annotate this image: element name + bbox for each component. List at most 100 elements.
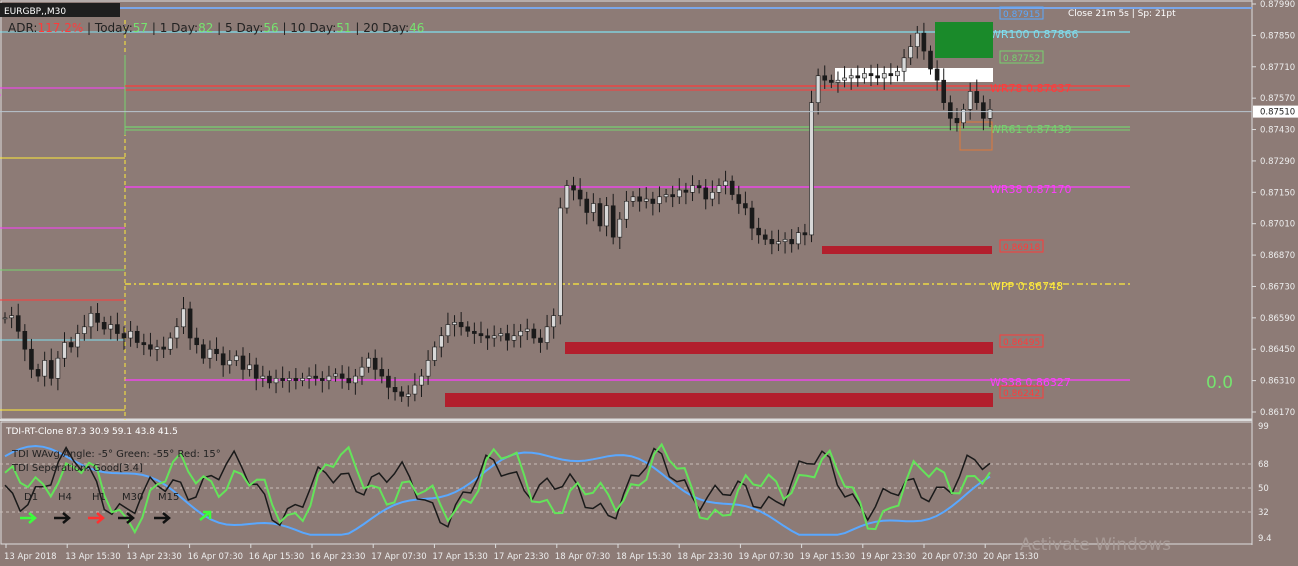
price-tick-label: 0.87150 [1260,188,1295,198]
candle-body [749,207,755,229]
pivot-levels: WR100 0.87866 WR78 0.87637 WR61 0.87439 WR3… [0,28,1130,389]
tdi-indicator: 99 68 50 32 9.4 D1 H4 H1 M30 M15 [0,422,1272,544]
adr-value: 117.2% [37,21,83,35]
time-tick-label: 16 Apr 07:30 [188,552,243,562]
candle-body [207,348,213,359]
candle-body [676,189,682,198]
candle-body [2,317,8,320]
candle-body [756,227,761,236]
candle-body [478,333,484,337]
candle-body [597,203,603,227]
candle-body [267,375,272,384]
candle-body [425,360,431,377]
candle-body [55,357,61,379]
candle-body [35,369,41,377]
candle-body [809,102,814,236]
tdi-level-label: 68 [1258,460,1269,470]
tdi-angle-text: TDI WAvg Angle: -5° Green: -55° Red: 15° [11,449,221,460]
candle-body [29,348,34,370]
candle-body [822,75,828,81]
adr-10day-value: 51 [336,21,351,35]
candle-body [405,393,411,397]
candle-body [465,326,471,332]
adr-5day-value: 56 [263,21,278,35]
candle-body [15,315,21,332]
supply-zone-white [835,68,993,82]
candle-body [551,315,556,328]
supply-zone-green [935,22,993,58]
candle-body [214,348,219,355]
time-tick-label: 13 Apr 15:30 [65,552,120,562]
price-tick-label: 0.86730 [1260,282,1295,292]
candle-body [372,357,378,370]
candle-body [88,313,94,328]
candle-body [101,322,107,330]
candle-body [584,198,590,213]
candle-body [386,375,391,388]
candle-body [128,330,133,339]
candle-body [286,378,292,381]
time-tick-label: 17 Apr 15:30 [432,552,487,562]
price-tick-label: 0.87710 [1260,63,1295,73]
candle-body [650,198,656,204]
candle-body [253,364,259,379]
zone-price-label: 0.86918 [1003,243,1040,253]
candle-body [485,335,490,339]
candle-body [9,315,14,319]
candle-body [161,346,166,350]
adr-today-value: 57 [133,21,148,35]
time-tick-label: 19 Apr 07:30 [738,552,793,562]
candle-body [643,198,649,202]
adr-10day-label: 10 Day: [290,21,336,35]
candle-body [934,68,940,81]
candle-body [247,364,252,370]
candle-body [921,32,927,52]
candle-body [610,205,616,238]
adr-20day-value: 46 [409,21,424,35]
tf-label-d1: D1 [24,492,38,503]
time-tick-label: 19 Apr 15:30 [800,552,855,562]
time-axis: 13 Apr 2018 13 Apr 15:30 13 Apr 23:30 16 Ap… [4,544,1039,562]
candle-body [154,346,160,350]
candle-body [148,344,153,350]
candle-body [670,194,675,198]
candle-body [472,330,477,334]
tf-arrow-icon [118,512,135,524]
candle-body [392,387,398,393]
close-countdown: Close 21m 5s | Sp: 21pt [1068,9,1176,19]
candle-body [201,344,206,359]
candle-body [663,194,669,198]
chart-title: EURGBP,,M30 [4,7,66,17]
candle-body [888,73,894,77]
candle-body [240,355,246,370]
candle-body [815,75,821,103]
right-value-readout: 0.0 [1206,373,1233,393]
price-tick-label: 0.86450 [1260,345,1295,355]
indicator-panel [0,421,1253,545]
adr-20day-label: 20 Day: [363,21,409,35]
candle-body [690,185,695,193]
demand-zone-3 [445,393,993,407]
candle-body [234,355,239,361]
candle-body [412,384,418,395]
candle-body [187,308,193,339]
adr-label: ADR: [8,21,37,35]
candle-body [320,378,325,381]
candle-body [544,326,550,343]
time-tick-label: 18 Apr 15:30 [616,552,671,562]
candle-body [538,337,543,343]
candle-body [967,91,973,110]
candle-body [445,324,451,337]
candle-body [577,189,583,200]
candle-body [326,375,332,381]
candle-body [511,335,517,341]
candle-body [273,378,279,384]
price-chart[interactable]: WR100 0.87866 WR78 0.87637 WR61 0.87439 WR3… [0,0,1298,566]
time-tick-label: 19 Apr 23:30 [861,552,916,562]
candle-body [260,375,266,379]
time-tick-label: 17 Apr 23:30 [494,552,549,562]
candle-body [194,337,200,346]
candle-body [174,326,180,339]
candle-body [908,46,913,59]
candle-body [723,180,728,186]
